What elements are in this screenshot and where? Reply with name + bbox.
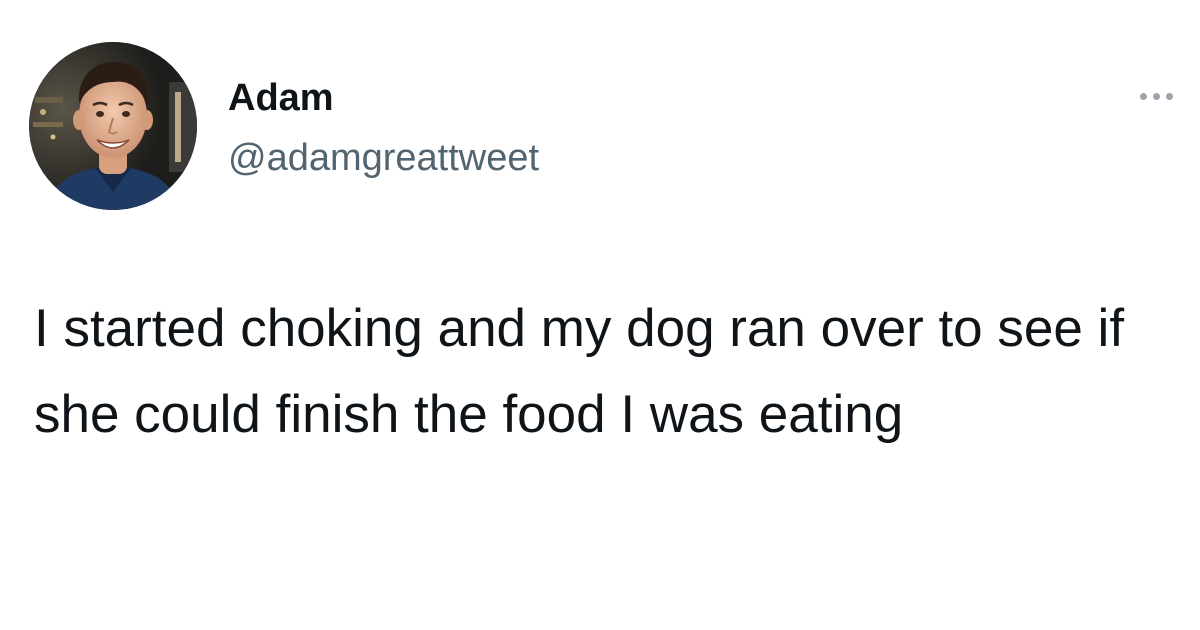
- tweet-card: Adam @adamgreattweet I started choking a…: [0, 0, 1200, 630]
- avatar[interactable]: [29, 42, 197, 210]
- author-handle[interactable]: @adamgreattweet: [228, 136, 539, 180]
- tweet-text: I started choking and my dog ran over to…: [34, 299, 1125, 444]
- author-display-name[interactable]: Adam: [228, 76, 334, 120]
- more-horizontal-icon: [1165, 92, 1173, 100]
- more-horizontal-icon: [1152, 92, 1160, 100]
- profile-photo-icon: [29, 42, 197, 210]
- more-options-button[interactable]: [1128, 84, 1184, 108]
- more-horizontal-icon: [1139, 92, 1147, 100]
